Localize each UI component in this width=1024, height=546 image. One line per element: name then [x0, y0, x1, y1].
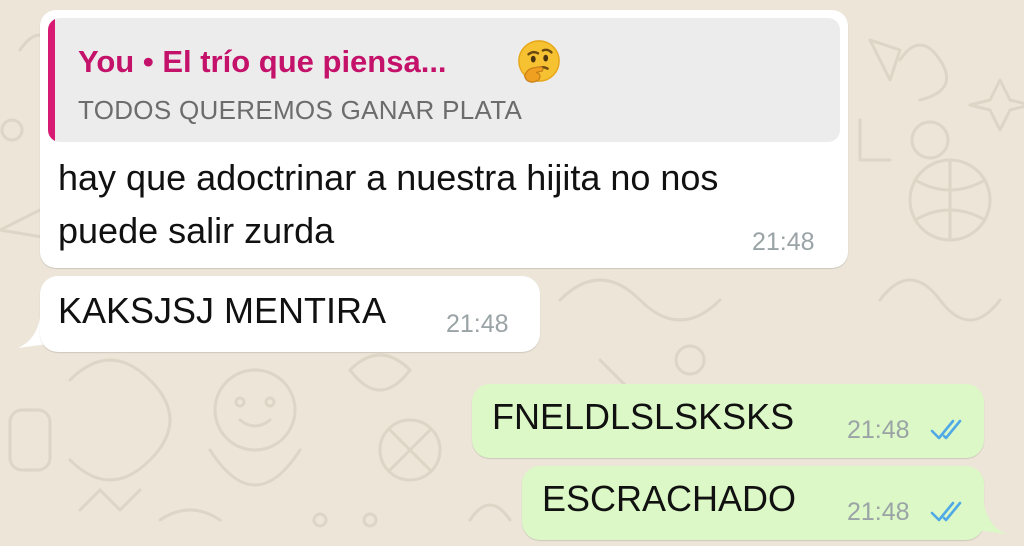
- quote-author: You • El trío que piensa...: [78, 44, 447, 79]
- quoted-message[interactable]: You • El trío que piensa... TODOS QUEREM…: [48, 18, 840, 142]
- message-text-line: hay que adoctrinar a nuestra hijita no n…: [58, 157, 719, 198]
- quote-text: TODOS QUEREMOS GANAR PLATA: [78, 95, 523, 125]
- read-double-check-icon: [930, 419, 962, 440]
- message-bubble-incoming[interactable]: KAKSJSJ MENTIRA 21:48: [40, 276, 540, 352]
- message-bubble-outgoing[interactable]: FNELDLSLSKSKS 21:48: [472, 384, 984, 458]
- message-timestamp: 21:48: [446, 310, 509, 338]
- message-text-line: puede salir zurda: [58, 210, 335, 251]
- message-timestamp: 21:48: [847, 498, 910, 526]
- bubble-tail-outgoing: [976, 504, 1006, 534]
- read-double-check-icon: [930, 501, 962, 522]
- message-text: KAKSJSJ MENTIRA: [58, 290, 387, 331]
- message-bubble-incoming[interactable]: You • El trío que piensa... TODOS QUEREM…: [40, 10, 848, 268]
- message-text: ESCRACHADO: [542, 478, 797, 519]
- message-bubble-outgoing[interactable]: ESCRACHADO 21:48: [522, 466, 984, 540]
- message-text: FNELDLSLSKSKS: [492, 396, 795, 437]
- message-timestamp: 21:48: [752, 228, 815, 256]
- message-timestamp: 21:48: [847, 416, 910, 444]
- quote-accent-bar: [48, 18, 55, 142]
- thinking-face-icon: [518, 40, 560, 83]
